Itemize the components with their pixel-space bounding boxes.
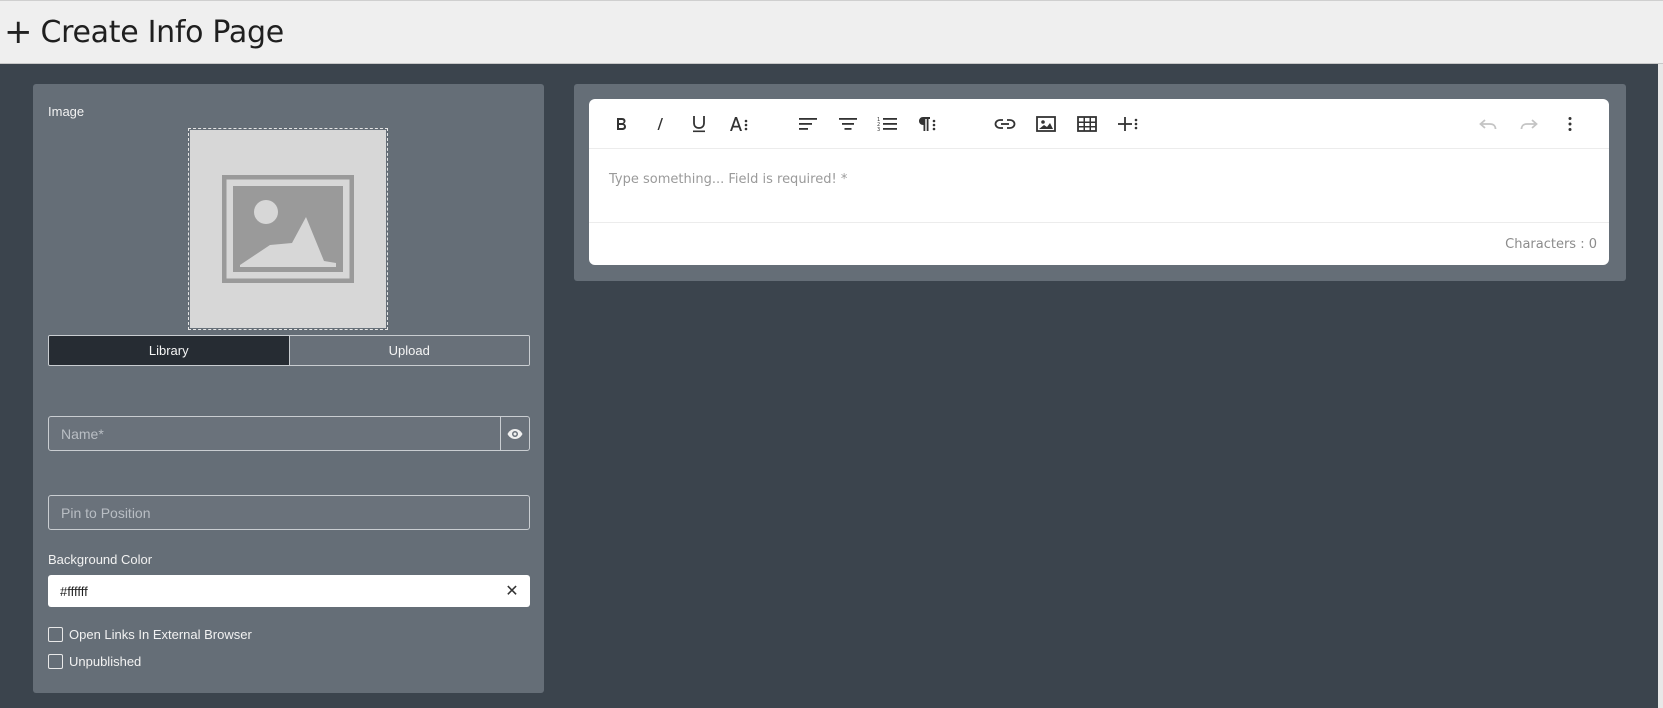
image-source-toggle: Library Upload [48, 335, 530, 366]
svg-text:3: 3 [877, 127, 880, 132]
upload-button[interactable]: Upload [288, 336, 529, 365]
italic-icon[interactable] [646, 111, 674, 137]
rich-text-editor: 123 Type something... Field is required!… [589, 99, 1609, 265]
editor-toolbar: 123 [589, 99, 1609, 149]
pin-to-position-input[interactable] [49, 496, 529, 529]
background-color-input[interactable] [48, 575, 494, 607]
name-input[interactable] [49, 417, 500, 450]
editor-placeholder: Type something... Field is required! * [609, 172, 848, 187]
clear-icon[interactable]: ✕ [494, 581, 530, 601]
unpublished-label: Unpublished [69, 654, 142, 669]
link-icon[interactable] [991, 111, 1019, 137]
unpublished-checkbox-row[interactable]: Unpublished [48, 654, 141, 669]
name-field [48, 416, 530, 451]
pin-field [48, 495, 530, 530]
page-header: + Create Info Page [0, 0, 1663, 64]
align-left-icon[interactable] [794, 111, 822, 137]
font-size-icon[interactable] [725, 111, 753, 137]
table-icon[interactable] [1073, 111, 1101, 137]
image-label: Image [48, 104, 85, 119]
undo-icon[interactable] [1474, 111, 1502, 137]
info-page-form: Image Library Upload Background Color [33, 84, 544, 693]
open-links-checkbox-row[interactable]: Open Links In External Browser [48, 627, 252, 642]
character-counter: Characters : 0 [1505, 237, 1597, 252]
underline-icon[interactable] [685, 111, 713, 137]
eye-icon[interactable] [500, 417, 529, 450]
plus-icon: + [4, 12, 33, 52]
background-color-label: Background Color [48, 552, 153, 567]
library-button[interactable]: Library [49, 336, 289, 365]
redo-icon[interactable] [1515, 111, 1543, 137]
insert-icon[interactable] [1114, 111, 1142, 137]
align-center-icon[interactable] [834, 111, 862, 137]
scrollbar[interactable] [1658, 64, 1663, 708]
background-color-field: ✕ [48, 575, 530, 607]
open-links-label: Open Links In External Browser [69, 627, 252, 642]
editor-content-area[interactable]: Type something... Field is required! * [589, 149, 1609, 223]
image-dropzone[interactable] [188, 128, 388, 330]
more-icon[interactable] [1556, 111, 1584, 137]
image-placeholder-icon [190, 130, 386, 328]
unpublished-checkbox[interactable] [48, 654, 63, 669]
image-icon[interactable] [1032, 111, 1060, 137]
paragraph-icon[interactable] [913, 111, 941, 137]
open-links-checkbox[interactable] [48, 627, 63, 642]
list-icon[interactable]: 123 [873, 111, 901, 137]
page-title: Create Info Page [40, 14, 285, 50]
bold-icon[interactable] [607, 111, 635, 137]
content-panel: 123 Type something... Field is required!… [574, 84, 1626, 281]
